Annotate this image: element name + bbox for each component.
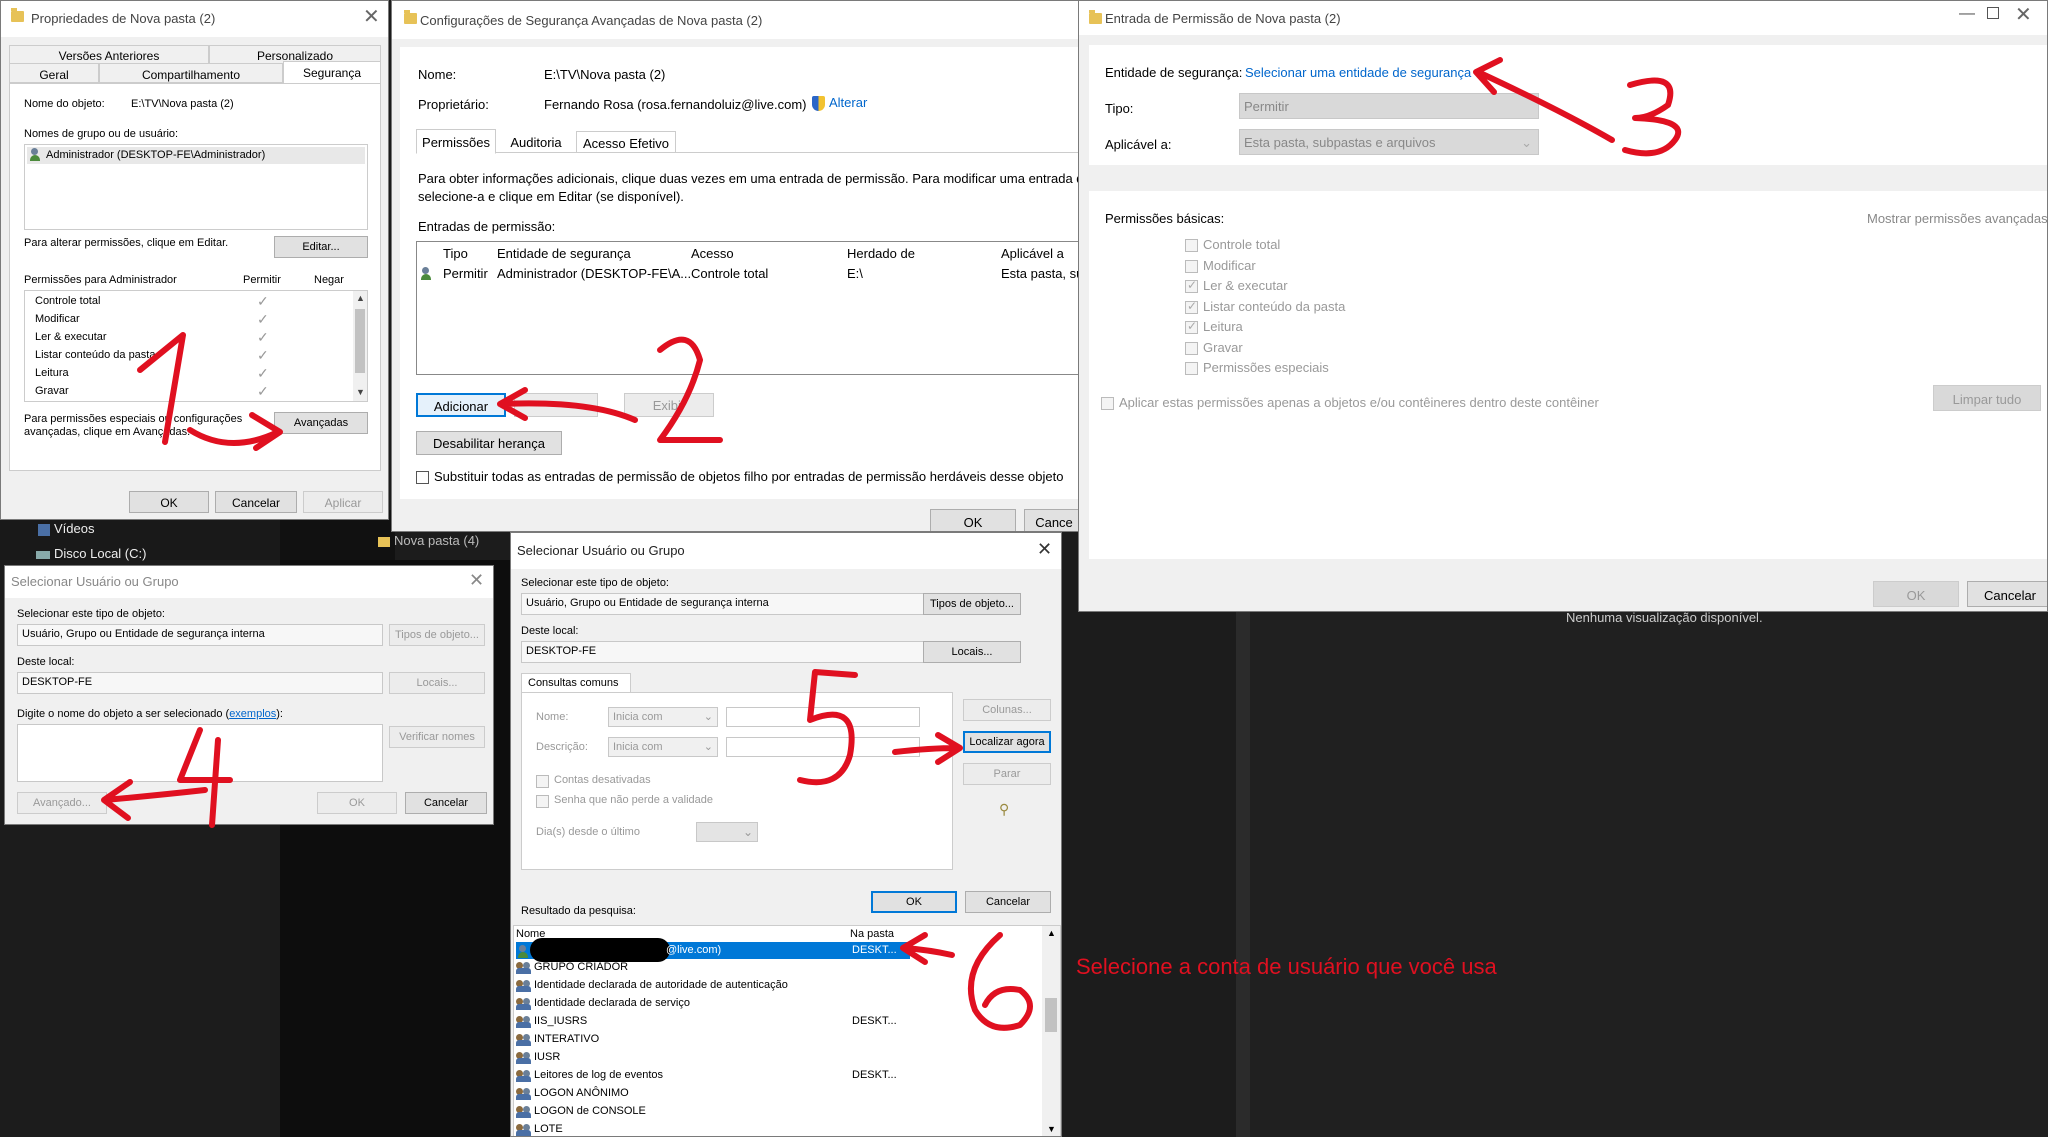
annotation-number-2 — [657, 336, 723, 443]
annotation-arrow-4 — [101, 779, 208, 821]
annotation-arrow-1 — [187, 412, 283, 451]
annotation-number-3 — [1622, 77, 1682, 157]
annotation-text: Selecione a conta de usuário que você us… — [1076, 954, 1497, 979]
annotation-number-1 — [137, 332, 186, 445]
annotation-arrow-5 — [892, 732, 963, 765]
annotation-arrow-6 — [900, 932, 955, 965]
annotation-arrow-2 — [497, 387, 638, 423]
annotation-number-4 — [177, 727, 233, 828]
annotation-number-6 — [967, 932, 1033, 1031]
annotation-layer — [101, 57, 1682, 1031]
annotation-number-5 — [797, 669, 858, 786]
annotation-arrow-3 — [1473, 57, 1615, 143]
